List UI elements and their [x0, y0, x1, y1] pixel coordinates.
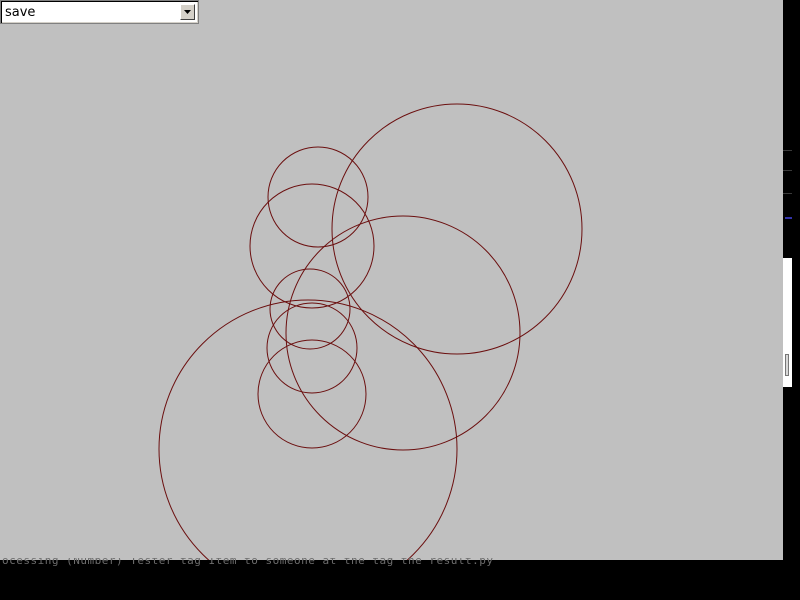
strip-accent: [785, 217, 792, 219]
side-scrollbar[interactable]: [783, 258, 792, 387]
chevron-down-icon: [184, 10, 191, 14]
action-dropdown[interactable]: save: [0, 0, 199, 24]
canvas-background: [0, 0, 783, 560]
scrollbar-thumb[interactable]: [785, 354, 789, 376]
drawing-canvas[interactable]: save: [0, 0, 783, 560]
dropdown-arrow-button[interactable]: [180, 4, 195, 20]
strip-divider: [783, 150, 792, 151]
app-window: save ocessing (Number) Tester tag Item t…: [0, 0, 800, 600]
action-dropdown-value: save: [5, 5, 36, 20]
circle-drawing[interactable]: [0, 0, 783, 560]
strip-divider: [783, 193, 792, 194]
strip-divider: [783, 170, 792, 171]
right-edge-strip: [783, 0, 800, 570]
